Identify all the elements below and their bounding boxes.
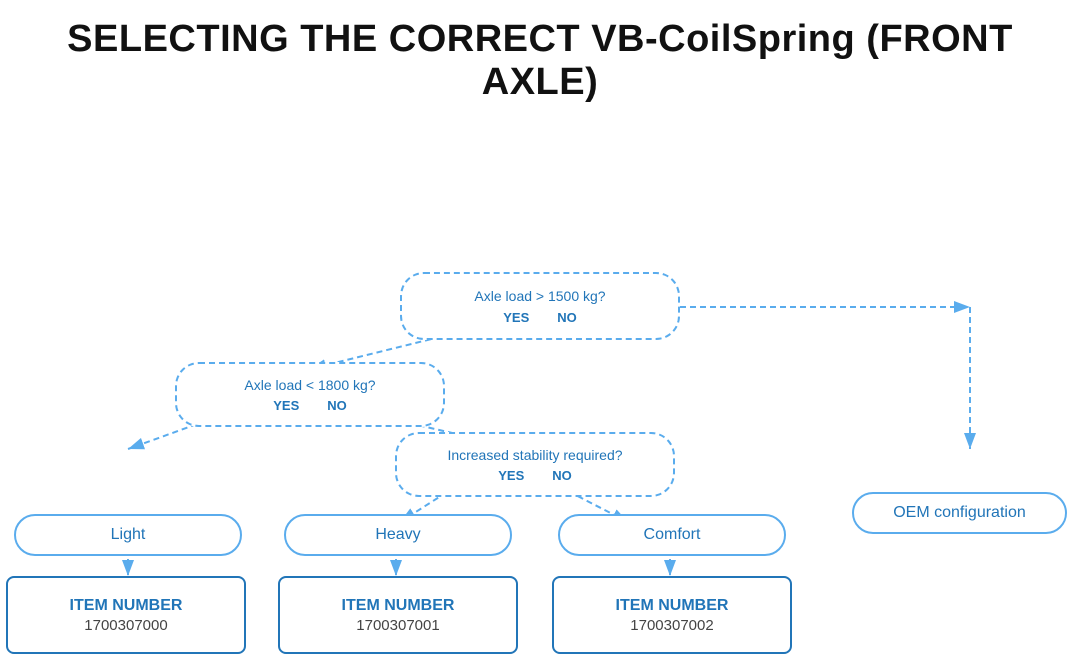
item1-label: ITEM NUMBER xyxy=(342,596,455,615)
decision3-yes: YES xyxy=(498,468,524,483)
item0-label: ITEM NUMBER xyxy=(70,596,183,615)
outcome-oem-label: OEM configuration xyxy=(893,504,1026,522)
outcome-light-label: Light xyxy=(111,526,146,544)
decision-box-3: Increased stability required? YES NO xyxy=(395,432,675,497)
item1-number: 1700307001 xyxy=(356,617,439,634)
outcome-comfort: Comfort xyxy=(558,514,786,556)
item2-number: 1700307002 xyxy=(630,617,713,634)
decision1-yes: YES xyxy=(503,310,529,325)
decision-box-2: Axle load < 1800 kg? YES NO xyxy=(175,362,445,427)
item2-label: ITEM NUMBER xyxy=(616,596,729,615)
decision1-no: NO xyxy=(557,310,577,325)
outcome-oem: OEM configuration xyxy=(852,492,1067,534)
item-box-0: ITEM NUMBER 1700307000 xyxy=(6,576,246,654)
page-title: SELECTING THE CORRECT VB-CoilSpring (FRO… xyxy=(0,0,1080,114)
decision2-yes: YES xyxy=(273,398,299,413)
decision1-question: Axle load > 1500 kg? xyxy=(474,287,605,305)
item-box-1: ITEM NUMBER 1700307001 xyxy=(278,576,518,654)
outcome-comfort-label: Comfort xyxy=(644,526,701,544)
decision2-question: Axle load < 1800 kg? xyxy=(244,376,375,394)
item0-number: 1700307000 xyxy=(84,617,167,634)
decision2-no: NO xyxy=(327,398,347,413)
decision3-question: Increased stability required? xyxy=(447,446,622,464)
decision-box-1: Axle load > 1500 kg? YES NO xyxy=(400,272,680,340)
decision3-no: NO xyxy=(552,468,572,483)
diagram: Axle load > 1500 kg? YES NO Axle load < … xyxy=(0,114,1080,624)
outcome-heavy-label: Heavy xyxy=(375,526,420,544)
item-box-2: ITEM NUMBER 1700307002 xyxy=(552,576,792,654)
outcome-light: Light xyxy=(14,514,242,556)
outcome-heavy: Heavy xyxy=(284,514,512,556)
